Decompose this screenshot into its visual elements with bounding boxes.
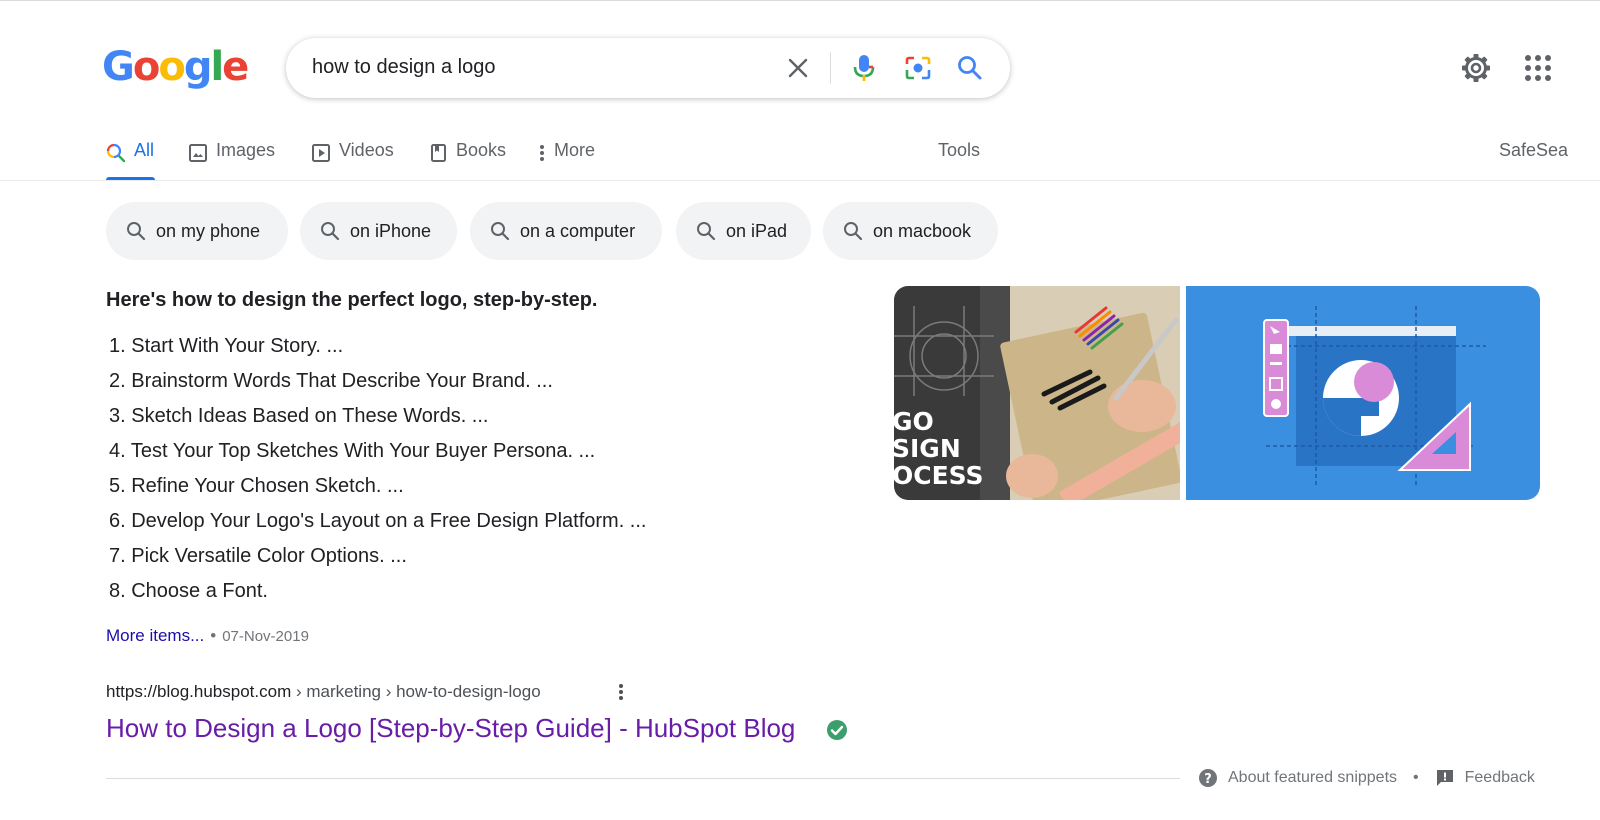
list-item: 1. Start With Your Story. ... <box>109 335 344 357</box>
mic-icon[interactable] <box>848 52 880 84</box>
feedback-icon <box>1436 770 1453 786</box>
search-icon <box>127 222 146 241</box>
result-domain: https://blog.hubspot.com <box>106 682 292 701</box>
camera-icon[interactable] <box>902 52 934 84</box>
image-text-line: OCESS <box>894 461 984 490</box>
book-icon <box>431 144 446 162</box>
tabs-divider <box>0 180 1600 181</box>
logo-letter: G <box>102 44 135 90</box>
top-border <box>0 0 1600 1</box>
feedback-label: Feedback <box>1464 769 1535 786</box>
tools-button[interactable]: Tools <box>938 140 980 161</box>
logo-letter: o <box>158 44 186 90</box>
chip-label: on iPhone <box>350 220 432 241</box>
search-divider <box>830 52 831 84</box>
image-icon <box>189 144 207 162</box>
snippet-image-design-tools[interactable] <box>1186 286 1540 500</box>
play-icon <box>312 144 330 162</box>
snippet-steps-list: 1. Start With Your Story. ... 2. Brainst… <box>109 334 646 614</box>
more-vertical-icon <box>540 145 544 161</box>
refinement-chip[interactable]: on my phone <box>106 202 288 260</box>
tab-label: Books <box>456 140 507 160</box>
image-text-line: GO <box>894 407 934 436</box>
feedback-link[interactable]: Feedback <box>1435 768 1535 788</box>
image-text-line: SIGN <box>894 434 961 463</box>
tab-books[interactable]: Books <box>430 136 506 180</box>
snippet-footer: ? About featured snippets • Feedback <box>1198 768 1535 788</box>
svg-text:?: ? <box>1204 772 1212 787</box>
about-snippets-label: About featured snippets <box>1228 769 1398 786</box>
snippet-heading: Here's how to design the perfect logo, s… <box>106 289 598 311</box>
list-item: 7. Pick Versatile Color Options. ... <box>109 545 407 567</box>
logo-letter: l <box>210 44 224 90</box>
list-item: 2. Brainstorm Words That Describe Your B… <box>109 370 553 392</box>
search-icon <box>321 222 340 241</box>
verified-check-icon <box>826 719 848 741</box>
logo-letter: e <box>222 44 249 90</box>
separator: • <box>1413 769 1419 786</box>
apps-grid-icon[interactable] <box>1522 52 1554 84</box>
google-logo[interactable]: Google <box>102 44 249 90</box>
list-item: 4. Test Your Top Sketches With Your Buye… <box>109 440 596 462</box>
snippet-date: 07-Nov-2019 <box>222 628 309 645</box>
help-icon: ? <box>1199 769 1217 787</box>
logo-letter: o <box>132 44 161 90</box>
tab-videos[interactable]: Videos <box>311 136 394 180</box>
search-icon <box>491 222 510 241</box>
list-item: 5. Refine Your Chosen Sketch. ... <box>109 475 404 497</box>
separator: • <box>210 626 217 645</box>
search-icon <box>106 143 126 163</box>
snippet-meta: More items... • 07-Nov-2019 <box>106 626 309 646</box>
chip-label: on macbook <box>873 220 972 241</box>
refinement-chip[interactable]: on iPhone <box>300 202 457 260</box>
about-featured-snippets-link[interactable]: ? About featured snippets <box>1198 768 1397 788</box>
tab-images[interactable]: Images <box>188 136 275 180</box>
tab-label: Images <box>216 140 276 160</box>
list-item: 3. Sketch Ideas Based on These Words. ..… <box>109 405 489 427</box>
result-title-link[interactable]: How to Design a Logo [Step-by-Step Guide… <box>106 713 795 744</box>
snippet-image-logo-process[interactable]: GO SIGN OCESS <box>894 286 1180 500</box>
gear-icon[interactable] <box>1460 52 1492 84</box>
result-breadcrumb: › marketing › how-to-design-logo <box>291 682 541 701</box>
result-url[interactable]: https://blog.hubspot.com › marketing › h… <box>106 682 541 702</box>
logo-letter: g <box>183 44 213 90</box>
more-vertical-icon[interactable] <box>612 682 630 702</box>
more-items-link[interactable]: More items... <box>106 626 204 645</box>
tab-all[interactable]: All <box>106 136 155 180</box>
refinement-chip[interactable]: on macbook <box>823 202 998 260</box>
tab-more[interactable]: More <box>538 136 595 180</box>
chip-label: on iPad <box>726 220 788 241</box>
search-icon[interactable] <box>954 52 986 84</box>
search-icon <box>844 222 863 241</box>
refinement-chip[interactable]: on a computer <box>470 202 662 260</box>
safesearch-button[interactable]: SafeSea <box>1499 140 1568 161</box>
search-icon <box>697 222 716 241</box>
tab-label: Videos <box>339 140 394 160</box>
close-icon[interactable] <box>782 52 814 84</box>
search-input[interactable]: how to design a logo <box>312 56 495 79</box>
chip-label: on my phone <box>156 220 261 241</box>
chip-label: on a computer <box>520 220 636 241</box>
tab-label: More <box>554 140 596 160</box>
tab-label: All <box>134 140 155 160</box>
search-box[interactable]: how to design a logo <box>286 38 1010 98</box>
refinement-chip[interactable]: on iPad <box>676 202 811 260</box>
snippet-divider <box>106 778 1180 779</box>
list-item: 6. Develop Your Logo's Layout on a Free … <box>109 510 647 532</box>
list-item: 8. Choose a Font. <box>109 580 268 602</box>
